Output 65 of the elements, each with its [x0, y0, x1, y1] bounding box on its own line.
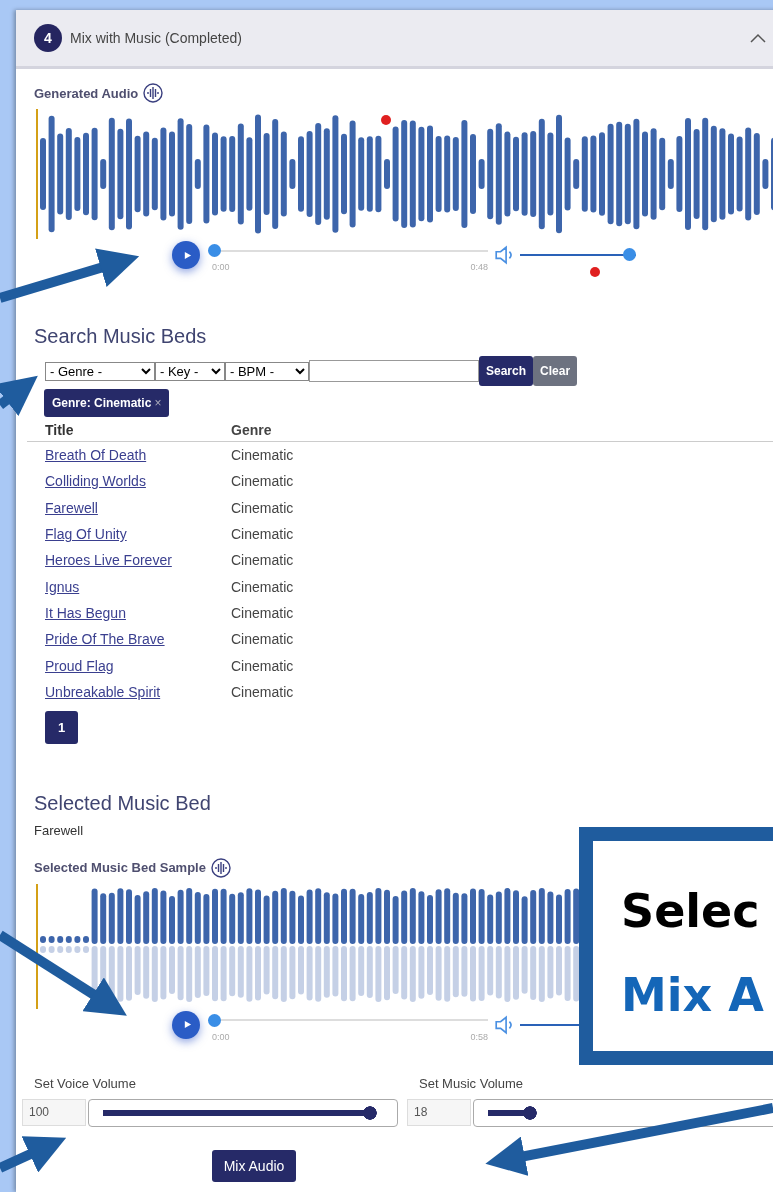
track-link[interactable]: Heroes Live Forever — [45, 552, 172, 569]
waveform-icon — [143, 83, 164, 103]
filter-dropdown[interactable]: - Genre - — [45, 361, 155, 381]
filter-dropdown[interactable]: - BPM - — [225, 361, 309, 381]
time-duration: 0:48 — [470, 262, 488, 272]
remove-tag-icon[interactable]: × — [154, 396, 162, 410]
clear-button[interactable]: Clear — [533, 356, 578, 386]
section-heading: Selected Music Bed — [34, 791, 212, 815]
chevron-up-icon[interactable] — [750, 33, 766, 43]
selected-track-name: Farewell — [34, 822, 85, 838]
page-button[interactable]: 1 — [45, 710, 78, 744]
genre-cell: Cinematic — [231, 578, 294, 595]
waveform-icon — [210, 857, 231, 878]
genre-cell: Cinematic — [231, 447, 294, 464]
genre-cell: Cinematic — [231, 683, 294, 700]
slider-thumb[interactable] — [208, 1013, 221, 1027]
track-link[interactable]: Colliding Worlds — [45, 473, 146, 490]
slider-thumb[interactable] — [208, 244, 221, 257]
track-link[interactable]: Ignus — [45, 578, 80, 595]
play-button[interactable] — [172, 1010, 200, 1039]
volume-label: Set Voice Volume — [34, 1075, 137, 1091]
marker-dot — [381, 115, 391, 125]
track-link[interactable]: Unbreakable Spirit — [45, 683, 161, 700]
column-header: Genre — [231, 422, 272, 438]
play-button[interactable] — [172, 241, 200, 269]
genre-cell: Cinematic — [231, 631, 294, 648]
column-header: Title — [45, 422, 75, 438]
step-title: Mix with Music (Completed) — [70, 30, 243, 46]
track-link[interactable]: Breath Of Death — [45, 447, 147, 464]
track-link[interactable]: Flag Of Unity — [45, 526, 127, 543]
search-button[interactable]: Search — [479, 356, 534, 386]
callout-text: Mix A — [621, 967, 765, 1024]
marker-dot — [590, 267, 600, 277]
time-position: 0:00 — [212, 1031, 230, 1042]
play-icon — [182, 1020, 192, 1030]
time-position: 0:00 — [212, 262, 230, 272]
genre-cell: Cinematic — [231, 473, 294, 490]
genre-cell: Cinematic — [231, 526, 294, 543]
section-heading: Search Music Beds — [34, 325, 208, 348]
time-duration: 0:58 — [470, 1031, 488, 1042]
genre-cell: Cinematic — [231, 499, 294, 516]
step-header[interactable]: 4 Mix with Music (Completed) — [16, 10, 773, 69]
filter-dropdown[interactable]: - Key - — [155, 361, 225, 381]
track-link[interactable]: Farewell — [45, 499, 98, 516]
pointer-arrow — [0, 1136, 67, 1173]
mix-audio-button[interactable]: Mix Audio — [211, 1149, 297, 1182]
genre-cell: Cinematic — [231, 657, 294, 674]
volume-input[interactable]: 18 — [407, 1098, 471, 1126]
genre-cell: Cinematic — [231, 604, 294, 621]
pointer-arrow — [0, 375, 38, 417]
volume-label: Set Music Volume — [419, 1075, 525, 1091]
section-label: Generated Audio — [34, 85, 139, 101]
slider-thumb[interactable] — [623, 248, 636, 261]
track-link[interactable]: Pride Of The Brave — [45, 631, 165, 648]
section-label: Selected Music Bed Sample — [34, 860, 206, 876]
genre-cell: Cinematic — [231, 552, 294, 569]
tag-label: Genre: Cinematic — [52, 396, 152, 410]
track-link[interactable]: It Has Begun — [45, 604, 126, 621]
volume-input[interactable]: 100 — [22, 1098, 86, 1126]
volume-slider[interactable] — [520, 248, 636, 261]
search-field[interactable] — [309, 360, 479, 382]
track-link[interactable]: Proud Flag — [45, 657, 114, 674]
step-number-badge: 4 — [34, 24, 62, 52]
callout-text: Selec — [621, 883, 761, 940]
play-icon — [182, 250, 192, 260]
